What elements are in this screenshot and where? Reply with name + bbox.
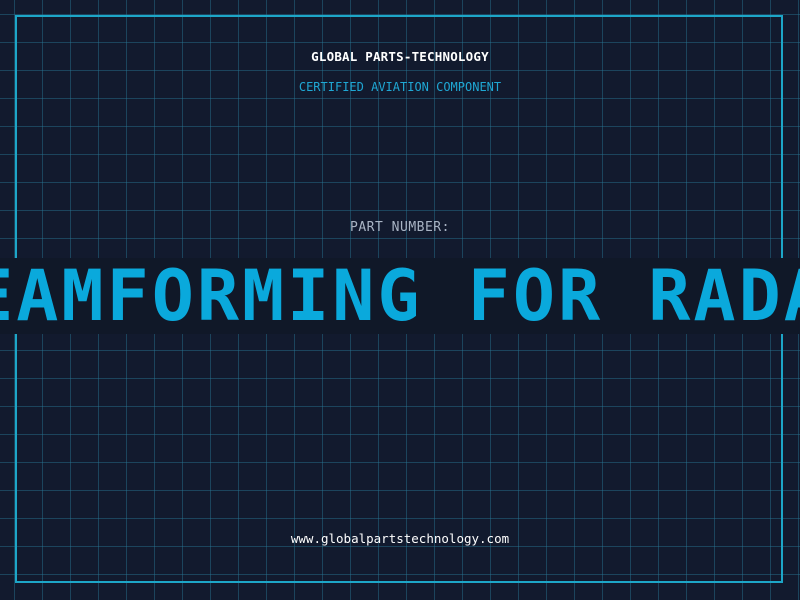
label-canvas: GLOBAL PARTS-TECHNOLOGY CERTIFIED AVIATI…	[0, 0, 800, 600]
certification-tagline: CERTIFIED AVIATION COMPONENT	[298, 80, 502, 94]
part-number-band: BEAMFORMING FOR RADAR	[0, 258, 800, 334]
company-name: GLOBAL PARTS-TECHNOLOGY	[311, 49, 489, 64]
part-number-value: BEAMFORMING FOR RADAR	[0, 258, 800, 334]
website-url: www.globalpartstechnology.com	[290, 531, 510, 546]
part-number-label: PART NUMBER:	[350, 220, 450, 235]
